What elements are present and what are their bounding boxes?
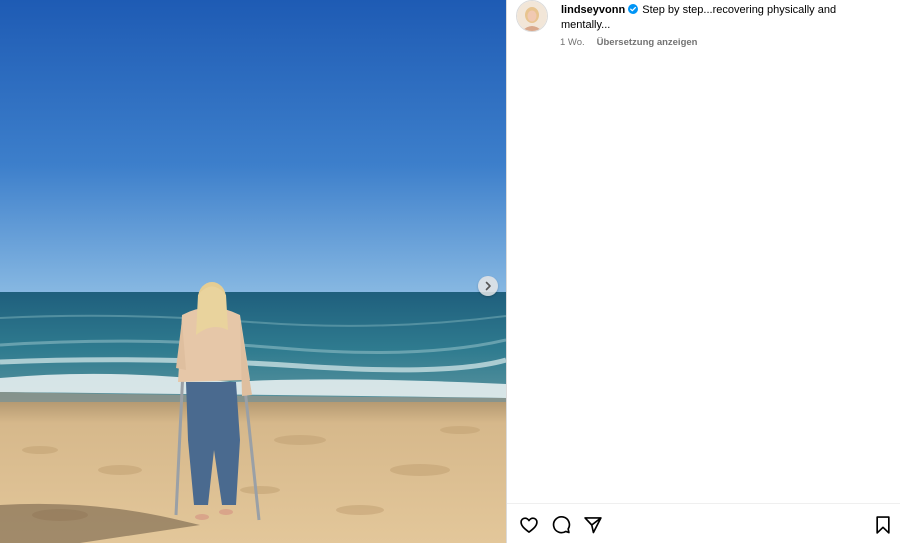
bookmark-icon xyxy=(876,516,890,534)
post-side-panel: lindseyvonn Step by step...recovering ph… xyxy=(507,0,900,543)
share-button[interactable] xyxy=(583,515,603,535)
heart-icon xyxy=(520,517,538,533)
translate-link[interactable]: Übersetzung anzeigen xyxy=(597,37,698,48)
action-bar xyxy=(507,503,900,544)
beach-photo xyxy=(0,0,506,543)
comment-button[interactable] xyxy=(551,515,571,535)
username-link[interactable]: lindseyvonn xyxy=(561,4,625,16)
caption-text-block: lindseyvonn Step by step...recovering ph… xyxy=(561,3,851,32)
post-image[interactable] xyxy=(0,0,506,543)
verified-badge-icon xyxy=(628,4,639,14)
caption-row: lindseyvonn Step by step...recovering ph… xyxy=(516,0,896,32)
carousel-next-button[interactable] xyxy=(478,276,498,296)
save-button[interactable] xyxy=(873,515,893,535)
like-button[interactable] xyxy=(519,515,539,535)
comment-icon xyxy=(552,516,571,534)
timestamp: 1 Wo. xyxy=(560,37,585,48)
caption-meta: 1 Wo. Übersetzung anzeigen xyxy=(560,37,697,48)
avatar[interactable] xyxy=(516,0,548,32)
profile-picture-icon xyxy=(517,1,547,31)
share-icon xyxy=(584,517,602,534)
chevron-right-icon xyxy=(485,281,491,291)
